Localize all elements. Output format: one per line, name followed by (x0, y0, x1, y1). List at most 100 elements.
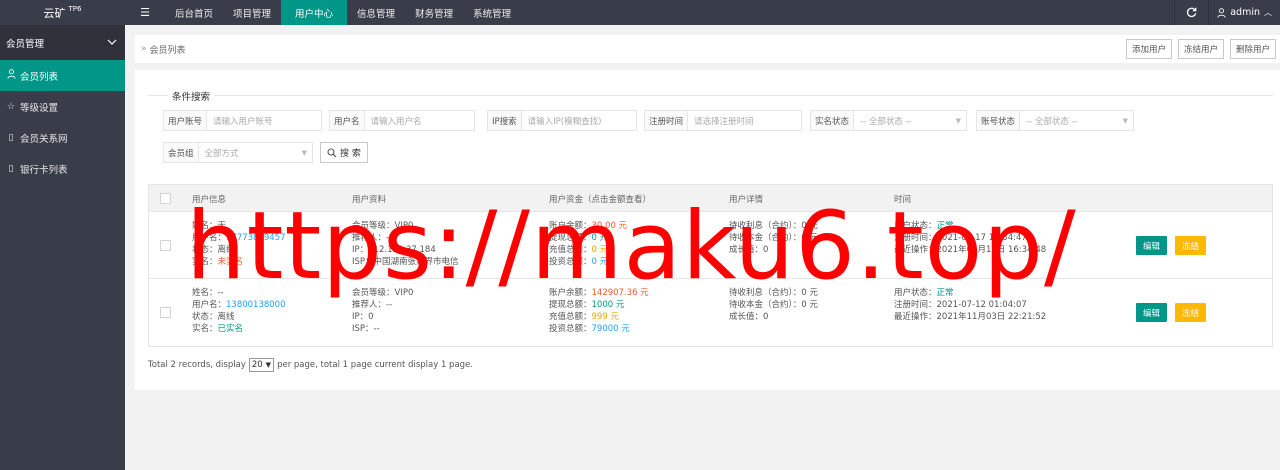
username-field: 用户名 请输入用户名 (329, 110, 475, 131)
placeholder-icon: ▯ (8, 132, 14, 143)
menu-toggle-icon[interactable]: ☰ (125, 0, 165, 25)
search-button-label: 搜 索 (340, 149, 361, 159)
freeze-user-button[interactable]: 冻结用户 (1177, 39, 1224, 59)
col-user-funds: 用户资金（点击金额查看） (549, 195, 652, 205)
account-status-select[interactable]: -- 全部状态 -- ▼ (1020, 111, 1133, 130)
col-user-info: 用户信息 (192, 195, 227, 205)
sidebar-group-members[interactable]: 会员管理 (0, 25, 125, 60)
user-detail-cell: 待收利息（合约）：0 元 待收本金（合约）：0 元 成长值：0 (729, 220, 818, 256)
recharge-value[interactable]: 0 元 (592, 245, 609, 255)
user-status-label: 用户状态： (894, 288, 937, 298)
star-icon: ☆ (6, 101, 16, 112)
user-funds-cell: 账户余额：30.00 元 提现总额：0 元 充值总额：0 元 投资总额：0 元 (549, 220, 627, 268)
invest-value[interactable]: 79000 元 (592, 324, 630, 334)
breadcrumb: 会员列表 (149, 45, 186, 56)
isp-label: ISP： (352, 257, 374, 267)
pager-suffix: per page, total 1 page current display 1… (277, 360, 473, 370)
nav-projects[interactable]: 项目管理 (223, 0, 281, 25)
refresh-icon[interactable] (1174, 0, 1208, 25)
invest-label: 投资总额： (549, 257, 592, 267)
nav-finance[interactable]: 财务管理 (405, 0, 463, 25)
page-header: » 会员列表 添加用户 冻结用户 删除用户 (135, 35, 1280, 63)
user-profile-cell: 会员等级：VIP0 推荐人：-- IP：112.153.37.184 ISP：中… (352, 220, 459, 268)
row-checkbox[interactable] (160, 240, 171, 251)
nav-home[interactable]: 后台首页 (165, 0, 223, 25)
caret-down-icon: ▼ (301, 148, 307, 157)
last-op-label: 最近操作： (894, 312, 937, 322)
user-status-label: 用户状态： (894, 221, 937, 231)
nav-info[interactable]: 信息管理 (347, 0, 405, 25)
sidebar-item-level-settings[interactable]: ☆ 等级设置 (0, 91, 125, 122)
balance-value[interactable]: 142907.36 元 (592, 288, 649, 298)
top-nav: 后台首页 项目管理 用户中心 信息管理 财务管理 系统管理 (165, 0, 521, 25)
group-label: 会员组 (164, 143, 199, 162)
edit-button[interactable]: 编辑 (1136, 236, 1168, 255)
row-checkbox[interactable] (160, 307, 171, 318)
freeze-button[interactable]: 冻结 (1175, 236, 1207, 255)
select-all-checkbox[interactable] (160, 193, 171, 204)
username-link[interactable]: 13800138000 (226, 300, 286, 310)
balance-label: 账户余额： (549, 221, 592, 231)
referrer-value: -- (386, 233, 393, 243)
freeze-button[interactable]: 冻结 (1175, 303, 1207, 322)
growth-value: 0 (763, 245, 769, 255)
ip-label: IP： (352, 245, 369, 255)
principal-value: 0 元 (801, 233, 818, 243)
invest-value[interactable]: 0 元 (592, 257, 609, 267)
table-row: 姓名：-- 用户名：13800138000 状态：离线 实名：已实名 会员等级：… (149, 279, 1272, 346)
referrer-label: 推荐人： (352, 233, 387, 243)
last-op-value: 2021年11月03日 22:21:52 (936, 312, 1047, 322)
username-input[interactable]: 请输入用户名 (365, 111, 474, 130)
ip-value: 112.153.37.184 (368, 245, 436, 255)
referrer-label: 推荐人： (352, 300, 387, 310)
chevron-down-icon (107, 39, 117, 45)
top-bar: 云矿 TP6 ☰ 后台首页 项目管理 用户中心 信息管理 财务管理 系统管理 ad… (0, 0, 1280, 25)
ip-label: IP： (352, 312, 369, 322)
sidebar-item-bank-cards[interactable]: ▯ 银行卡列表 (0, 153, 125, 184)
principal-value: 0 元 (801, 300, 818, 310)
ip-input[interactable]: 请输入IP(模糊查找) (522, 111, 636, 130)
account-status-value: -- 全部状态 -- (1026, 116, 1078, 127)
interest-value: 0 元 (801, 221, 818, 231)
caret-down-icon: ▼ (955, 116, 961, 125)
pager-prefix: Total 2 records, display (148, 360, 246, 370)
sidebar-item-member-list[interactable]: 会员列表 (0, 60, 125, 91)
page-size-value: 20 (251, 360, 263, 370)
sidebar-item-relations[interactable]: ▯ 会员关系网 (0, 122, 125, 153)
ip-label: IP搜索 (488, 111, 522, 130)
username-link[interactable]: 17773819457 (226, 233, 286, 243)
page-size-select[interactable]: 20 ▼ (248, 358, 275, 372)
member-table: 用户信息 用户资料 用户资金（点击金额查看） 用户详情 时间 姓名：无 用户名：… (148, 184, 1273, 347)
growth-label: 成长值： (729, 312, 764, 322)
user-name: admin (1230, 7, 1260, 18)
status-value: 离线 (217, 245, 235, 255)
group-field: 会员组 全部方式 ▼ (163, 142, 313, 163)
realname-status-select[interactable]: -- 全部状态 -- ▼ (854, 111, 966, 130)
last-op-label: 最近操作： (894, 245, 937, 255)
logo[interactable]: 云矿 TP6 (0, 0, 125, 25)
user-menu[interactable]: admin ︿ (1208, 0, 1280, 25)
table-row: 姓名：无 用户名：17773819457 状态：离线 实名：未实名 会员等级：V… (149, 212, 1272, 279)
sidebar-item-label: 会员关系网 (20, 133, 68, 145)
delete-user-button[interactable]: 删除用户 (1229, 39, 1276, 59)
account-status-field: 账号状态 -- 全部状态 -- ▼ (976, 110, 1134, 131)
group-select[interactable]: 全部方式 ▼ (199, 143, 312, 162)
search-button[interactable]: 搜 索 (320, 142, 368, 163)
add-user-button[interactable]: 添加用户 (1125, 39, 1172, 59)
interest-label: 待收利息（合约）： (729, 221, 802, 231)
nav-user-center[interactable]: 用户中心 (281, 0, 348, 25)
recharge-value[interactable]: 999 元 (592, 312, 619, 322)
realname-value: 已实名 (217, 324, 244, 334)
pagination: Total 2 records, display 20 ▼ per page, … (148, 358, 473, 372)
balance-value[interactable]: 30.00 元 (592, 221, 628, 231)
reg-time-value: 2021-07-12 01:04:07 (936, 300, 1027, 310)
withdraw-value[interactable]: 1000 元 (592, 300, 625, 310)
withdraw-value[interactable]: 0 元 (592, 233, 609, 243)
user-profile-cell: 会员等级：VIP0 推荐人：-- IP：0 ISP：-- (352, 287, 413, 335)
regtime-input[interactable]: 请选择注册时间 (688, 111, 801, 130)
sidebar: 会员管理 会员列表 ☆ 等级设置 ▯ 会员关系网 ▯ 银行卡列表 (0, 25, 125, 470)
user-status-value: 正常 (936, 221, 954, 231)
nav-system[interactable]: 系统管理 (463, 0, 521, 25)
edit-button[interactable]: 编辑 (1136, 303, 1168, 322)
account-input[interactable]: 请输入用户账号 (207, 111, 321, 130)
